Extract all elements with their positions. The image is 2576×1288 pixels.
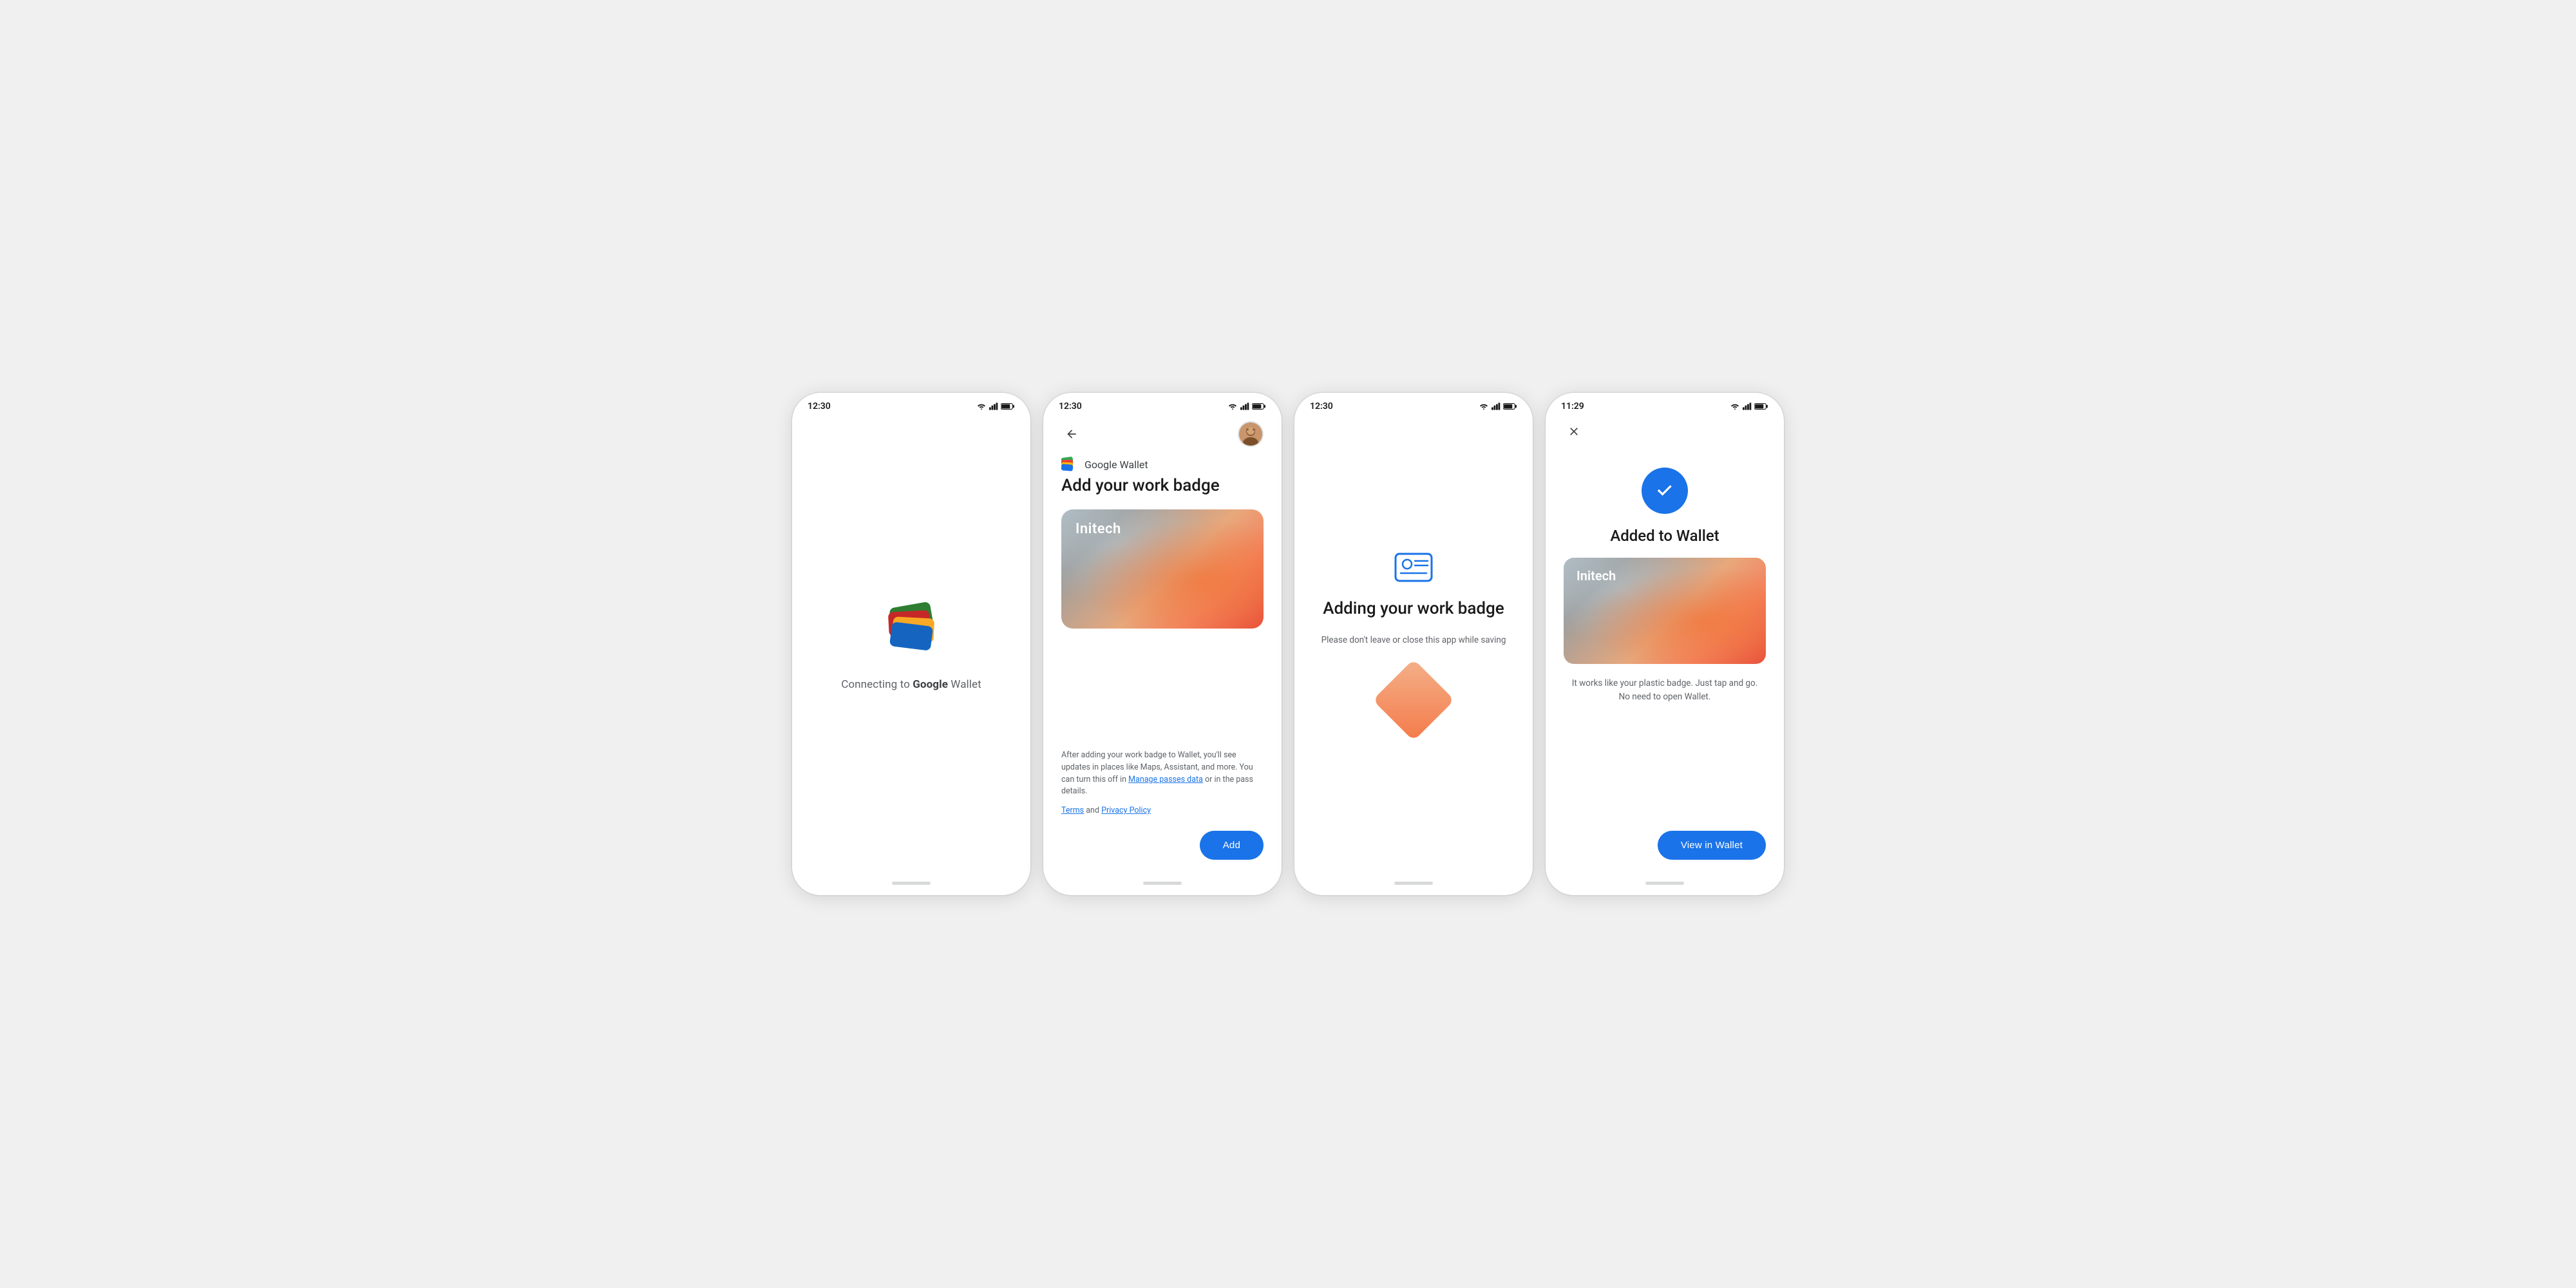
avatar-person-icon <box>1239 422 1262 446</box>
battery-icon-4 <box>1754 402 1768 410</box>
wallet-icon-blue-card <box>889 621 933 651</box>
status-time-4: 11:29 <box>1561 401 1584 412</box>
home-indicator-3 <box>1294 875 1533 895</box>
screen3-main: Adding your work badge Please don't leav… <box>1312 416 1515 875</box>
phone-screen-2: 12:30 <box>1043 393 1282 895</box>
terms-link[interactable]: Terms <box>1061 806 1084 815</box>
google-wallet-logo-row: Google Wallet <box>1061 457 1264 471</box>
google-wallet-icon <box>883 601 940 658</box>
privacy-link[interactable]: Privacy Policy <box>1101 806 1151 815</box>
back-arrow-icon <box>1065 428 1078 440</box>
status-time-2: 12:30 <box>1059 401 1082 412</box>
google-wallet-logo-mini <box>1061 457 1079 471</box>
info-paragraph: After adding your work badge to Wallet, … <box>1061 750 1264 798</box>
home-bar-3 <box>1394 882 1433 885</box>
home-bar-2 <box>1143 882 1182 885</box>
phone-screen-3: 12:30 <box>1294 393 1533 895</box>
back-button[interactable] <box>1061 424 1082 444</box>
signal-icon <box>989 402 998 410</box>
connecting-text: Connecting to Google Wallet <box>841 678 981 691</box>
screen2-header <box>1061 416 1264 457</box>
status-bar-1: 12:30 <box>792 393 1030 416</box>
work-badge-icon <box>1394 552 1433 583</box>
view-button-row: View in Wallet <box>1564 820 1766 875</box>
info-block: After adding your work badge to Wallet, … <box>1061 750 1264 820</box>
wifi-icon-2 <box>1227 402 1238 410</box>
google-bold-text: Google <box>913 678 948 691</box>
close-icon <box>1567 425 1580 438</box>
add-button-row: Add <box>1061 820 1264 875</box>
status-icons-4 <box>1730 402 1768 410</box>
success-checkmark <box>1642 468 1688 514</box>
wifi-icon <box>976 402 987 410</box>
id-card-icon <box>1394 553 1433 582</box>
avatar-image <box>1239 422 1262 446</box>
status-icons-2 <box>1227 402 1266 410</box>
close-button[interactable] <box>1564 421 1584 442</box>
view-in-wallet-button[interactable]: View in Wallet <box>1658 831 1766 860</box>
home-indicator-1 <box>792 875 1030 895</box>
screen4-title: Added to Wallet <box>1610 527 1719 545</box>
home-indicator-4 <box>1546 875 1784 895</box>
screen2-title: Add your work badge <box>1061 475 1264 497</box>
logo-blue-card <box>1061 464 1074 471</box>
screen4-header <box>1564 416 1766 452</box>
wifi-icon-4 <box>1730 402 1740 410</box>
badge-company-2: Initech <box>1075 521 1121 537</box>
home-indicator-2 <box>1043 875 1282 895</box>
terms-privacy-line: Terms and Privacy Policy <box>1061 806 1264 815</box>
home-bar-1 <box>892 882 931 885</box>
screen4-main: Added to Wallet Initech It works like yo… <box>1564 452 1766 875</box>
loading-diamond <box>1372 659 1454 741</box>
phone-screen-1: 12:30 <box>792 393 1030 895</box>
and-text: and <box>1084 806 1101 815</box>
status-bar-4: 11:29 <box>1546 393 1784 416</box>
screen3-title: Adding your work badge <box>1323 598 1504 620</box>
signal-icon-3 <box>1492 402 1501 410</box>
battery-icon <box>1001 402 1015 410</box>
screen1-main: Connecting to Google Wallet <box>810 416 1012 875</box>
signal-icon-2 <box>1240 402 1249 410</box>
badge-card-4: Initech <box>1564 558 1766 664</box>
screen3-subtitle: Please don't leave or close this app whi… <box>1321 635 1506 645</box>
wifi-icon-3 <box>1479 402 1489 410</box>
added-description: It works like your plastic badge. Just t… <box>1566 677 1765 704</box>
status-bar-2: 12:30 <box>1043 393 1282 416</box>
checkmark-icon <box>1653 479 1676 502</box>
home-bar-4 <box>1645 882 1684 885</box>
status-icons-3 <box>1479 402 1517 410</box>
user-avatar[interactable] <box>1238 421 1264 447</box>
badge-company-4: Initech <box>1577 568 1616 583</box>
status-time-3: 12:30 <box>1310 401 1333 412</box>
battery-icon-3 <box>1503 402 1517 410</box>
battery-icon-2 <box>1252 402 1266 410</box>
screen2-body: Google Wallet Add your work badge Initec… <box>1043 416 1282 875</box>
badge-card-2: Initech <box>1061 509 1264 629</box>
screen4-body: Added to Wallet Initech It works like yo… <box>1546 416 1784 875</box>
status-time-1: 12:30 <box>808 401 831 412</box>
phone-screen-4: 11:29 <box>1546 393 1784 895</box>
manage-passes-link[interactable]: Manage passes data <box>1128 775 1203 784</box>
screen3-body: Adding your work badge Please don't leav… <box>1294 416 1533 875</box>
status-icons-1 <box>976 402 1015 410</box>
google-wallet-logo-text: Google Wallet <box>1084 459 1148 471</box>
add-button[interactable]: Add <box>1200 831 1264 860</box>
signal-icon-4 <box>1743 402 1752 410</box>
screen1-body: Connecting to Google Wallet <box>792 416 1030 875</box>
status-bar-3: 12:30 <box>1294 393 1533 416</box>
